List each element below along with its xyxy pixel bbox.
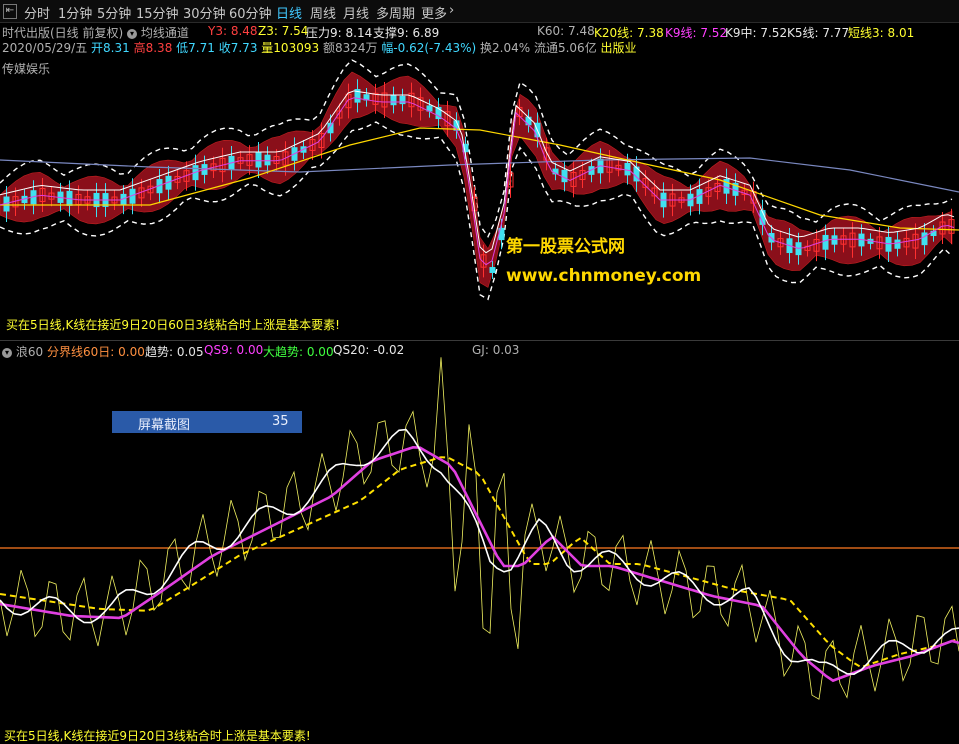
tooltip-label: 屏幕截图 xyxy=(138,418,191,433)
oscillator-lines xyxy=(0,357,959,700)
tooltip-value: 35 xyxy=(272,414,289,429)
oscillator-dashed-line xyxy=(0,456,959,669)
oscillator-thin-line xyxy=(0,357,959,700)
screenshot-tooltip: 屏幕截图 35 xyxy=(112,411,302,433)
sub-footer-note: 买在5日线,K线在接近9日20日3线粘合时上涨是基本要素! xyxy=(4,729,311,743)
oscillator-magenta-line xyxy=(0,446,959,683)
wave-oscillator-chart[interactable] xyxy=(0,0,959,744)
